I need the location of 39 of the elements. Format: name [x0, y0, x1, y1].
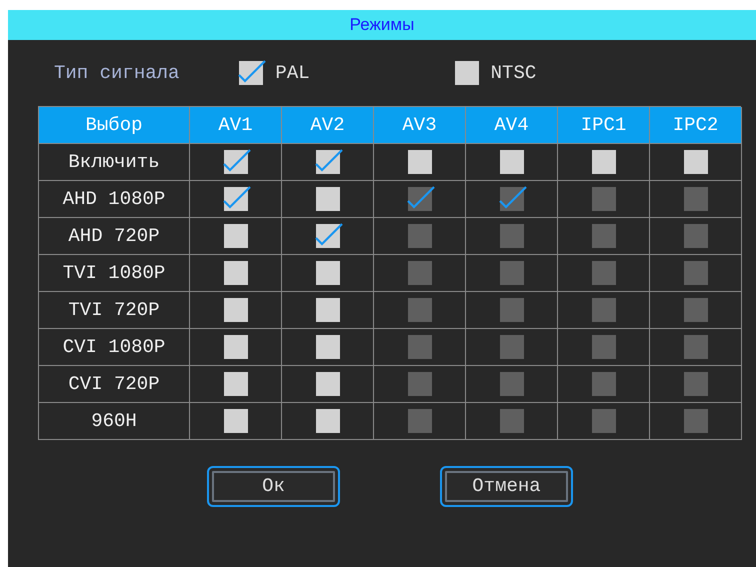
- checkbox[interactable]: [316, 409, 340, 433]
- column-header: AV3: [374, 107, 466, 144]
- checkbox[interactable]: [684, 150, 708, 174]
- checkbox[interactable]: [224, 372, 248, 396]
- checkbox[interactable]: [224, 335, 248, 359]
- row-label: CVI 1080P: [39, 329, 190, 366]
- row-label: TVI 720P: [39, 292, 190, 329]
- row-label: Включить: [39, 144, 190, 181]
- signal-type-label: Тип сигнала: [54, 60, 180, 86]
- row-label: AHD 720P: [39, 218, 190, 255]
- window-title: Режимы: [8, 10, 756, 40]
- checkbox[interactable]: [224, 261, 248, 285]
- column-header: AV2: [282, 107, 374, 144]
- dialog-button[interactable]: Отмена: [440, 466, 573, 507]
- checkbox[interactable]: [316, 298, 340, 322]
- column-header: Выбор: [39, 107, 190, 144]
- checkbox[interactable]: [239, 61, 264, 85]
- option-label: PAL: [275, 60, 310, 86]
- column-header: IPC2: [650, 107, 742, 144]
- checkbox[interactable]: [224, 224, 248, 248]
- checkbox[interactable]: [592, 150, 616, 174]
- checkbox[interactable]: [316, 187, 340, 211]
- checkbox[interactable]: [316, 372, 340, 396]
- checkbox[interactable]: [224, 298, 248, 322]
- checkbox[interactable]: [316, 261, 340, 285]
- checkbox[interactable]: [408, 150, 432, 174]
- row-label: CVI 720P: [39, 366, 190, 403]
- column-header: AV4: [466, 107, 558, 144]
- checkbox[interactable]: [500, 150, 524, 174]
- checkbox[interactable]: [224, 409, 248, 433]
- option-label: NTSC: [490, 60, 536, 86]
- row-label: TVI 1080P: [39, 255, 190, 292]
- column-header: IPC1: [558, 107, 650, 144]
- column-header: AV1: [190, 107, 282, 144]
- dialog-button[interactable]: Ок: [207, 466, 340, 507]
- checkbox[interactable]: [316, 335, 340, 359]
- row-label: 960H: [39, 403, 190, 440]
- row-label: AHD 1080P: [39, 181, 190, 218]
- checkbox[interactable]: [454, 61, 479, 85]
